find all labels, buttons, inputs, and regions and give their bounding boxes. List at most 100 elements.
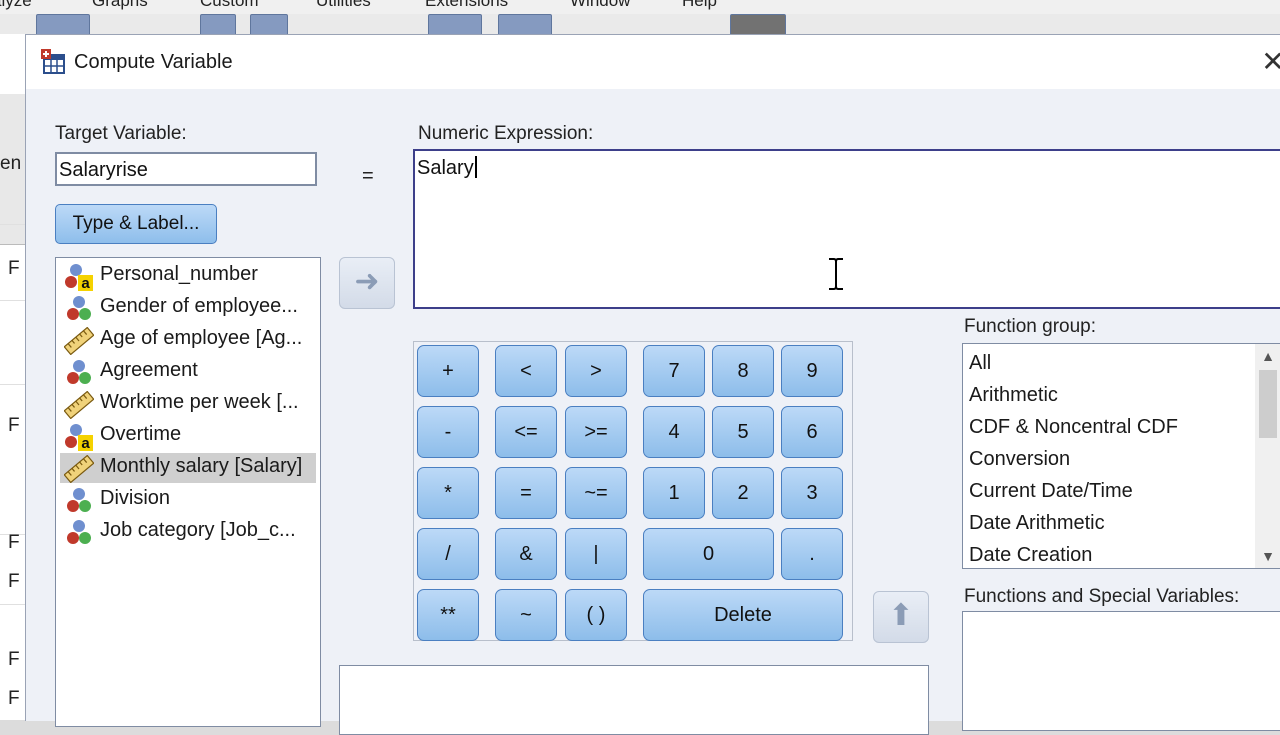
key-multiply[interactable]: * xyxy=(417,467,479,519)
variable-list-item[interactable]: Age of employee [Ag... xyxy=(60,325,316,356)
key-power[interactable]: ** xyxy=(417,589,479,641)
key-7[interactable]: 7 xyxy=(643,345,705,397)
variable-label: Age of employee [Ag... xyxy=(100,327,303,349)
background-data-grid: en F F F F F F xyxy=(0,34,26,720)
key-plus[interactable]: + xyxy=(417,345,479,397)
variable-list-item[interactable]: a Overtime xyxy=(60,421,316,452)
grid-line xyxy=(0,224,25,225)
key-8[interactable]: 8 xyxy=(712,345,774,397)
variable-list-item[interactable]: Worktime per week [... xyxy=(60,389,316,420)
function-group-list[interactable]: All Arithmetic CDF & Noncentral CDF Conv… xyxy=(962,343,1280,569)
numeric-expression-input[interactable]: Salary xyxy=(413,149,1280,309)
background-menubar: alyze Graphs Custom Utilities Extensions… xyxy=(0,0,1280,15)
variable-label: Monthly salary [Salary] xyxy=(100,455,303,477)
key-0[interactable]: 0 xyxy=(643,528,774,580)
key-1[interactable]: 1 xyxy=(643,467,705,519)
close-icon[interactable]: ✕ xyxy=(1258,47,1280,77)
toolbar-icon xyxy=(250,14,288,36)
type-and-label-button[interactable]: Type & Label... xyxy=(55,204,217,244)
function-group-item[interactable]: Conversion xyxy=(969,448,1070,471)
key-6[interactable]: 6 xyxy=(781,406,843,458)
function-group-item[interactable]: Arithmetic xyxy=(969,384,1058,407)
nominal-icon xyxy=(64,487,94,515)
target-variable-label: Target Variable: xyxy=(55,123,187,144)
key-not-equal[interactable]: ~= xyxy=(565,467,627,519)
function-group-item[interactable]: Date Creation xyxy=(969,544,1092,567)
key-4[interactable]: 4 xyxy=(643,406,705,458)
function-group-item[interactable]: All xyxy=(969,352,991,375)
grid-cell: F xyxy=(8,258,20,279)
functions-special-variables-list[interactable] xyxy=(962,611,1280,731)
arrow-up-icon: ⬆ xyxy=(888,599,914,632)
toolbar-icon xyxy=(36,14,90,36)
nominal-string-icon: a xyxy=(64,263,94,292)
grid-line xyxy=(0,300,25,301)
nominal-icon xyxy=(64,359,94,387)
function-group-item[interactable]: Date Arithmetic xyxy=(969,512,1105,535)
grid-cell: F xyxy=(8,415,20,436)
grid-cell: F xyxy=(8,532,20,553)
variable-list-item[interactable]: Agreement xyxy=(60,357,316,387)
dialog-titlebar[interactable]: Compute Variable ✕ xyxy=(26,35,1280,89)
variable-label: Division xyxy=(100,487,171,509)
key-minus[interactable]: - xyxy=(417,406,479,458)
scale-ruler-icon xyxy=(63,326,95,356)
expression-text: Salary xyxy=(417,157,474,179)
key-less-equal[interactable]: <= xyxy=(495,406,557,458)
variable-list-item[interactable]: Division xyxy=(60,485,316,515)
key-equals[interactable]: = xyxy=(495,467,557,519)
key-3[interactable]: 3 xyxy=(781,467,843,519)
key-5[interactable]: 5 xyxy=(712,406,774,458)
grid-line xyxy=(0,384,25,385)
grid-line xyxy=(0,604,25,605)
key-greater-than[interactable]: > xyxy=(565,345,627,397)
toolbar-icon xyxy=(730,14,786,36)
variable-list-item[interactable]: Gender of employee... xyxy=(60,293,316,323)
ibeam-cursor-icon xyxy=(829,258,843,290)
key-or[interactable]: | xyxy=(565,528,627,580)
key-and[interactable]: & xyxy=(495,528,557,580)
toolbar-icon xyxy=(428,14,482,36)
move-variable-button[interactable]: ➜ xyxy=(339,257,395,309)
function-group-item[interactable]: CDF & Noncentral CDF xyxy=(969,416,1178,439)
insert-function-button[interactable]: ⬆ xyxy=(873,591,929,643)
bg-menu-window: Window xyxy=(570,0,631,10)
variable-label: Agreement xyxy=(100,359,198,381)
key-greater-equal[interactable]: >= xyxy=(565,406,627,458)
key-9[interactable]: 9 xyxy=(781,345,843,397)
key-not[interactable]: ~ xyxy=(495,589,557,641)
grid-cell: F xyxy=(8,688,20,709)
key-delete[interactable]: Delete xyxy=(643,589,843,641)
function-group-scrollbar[interactable]: ▲ ▼ xyxy=(1255,344,1280,568)
key-divide[interactable]: / xyxy=(417,528,479,580)
bg-menu-graphs: Graphs xyxy=(92,0,148,10)
source-variable-list[interactable]: a Personal_number Gender of employee... Age… xyxy=(55,257,321,727)
scroll-down-icon[interactable]: ▼ xyxy=(1255,544,1280,568)
key-2[interactable]: 2 xyxy=(712,467,774,519)
key-parentheses[interactable]: ( ) xyxy=(565,589,627,641)
equals-sign: = xyxy=(362,165,374,187)
function-group-item[interactable]: Current Date/Time xyxy=(969,480,1133,503)
variable-list-item[interactable]: a Personal_number xyxy=(60,261,316,292)
scale-ruler-icon xyxy=(63,390,95,420)
toolbar-icon xyxy=(200,14,236,36)
grid-cell: F xyxy=(8,571,20,592)
nominal-icon xyxy=(64,519,94,547)
numeric-expression-label: Numeric Expression: xyxy=(418,123,594,144)
dialog-title: Compute Variable xyxy=(74,51,233,73)
functions-special-variables-label: Functions and Special Variables: xyxy=(964,586,1240,607)
scrollbar-thumb[interactable] xyxy=(1259,370,1277,438)
scroll-up-icon[interactable]: ▲ xyxy=(1255,344,1280,368)
variable-label: Gender of employee... xyxy=(100,295,298,317)
svg-text:a: a xyxy=(81,275,90,291)
background-toolbar xyxy=(0,14,1280,34)
key-decimal[interactable]: . xyxy=(781,528,843,580)
variable-list-item[interactable]: Monthly salary [Salary] xyxy=(60,453,316,484)
function-group-label: Function group: xyxy=(964,316,1097,337)
key-less-than[interactable]: < xyxy=(495,345,557,397)
variable-list-item[interactable]: Job category [Job_c... xyxy=(60,517,316,547)
variable-label: Personal_number xyxy=(100,263,258,285)
variable-label: Overtime xyxy=(100,423,182,445)
spss-app-icon xyxy=(41,49,65,74)
target-variable-input[interactable]: Salaryrise xyxy=(55,152,317,186)
